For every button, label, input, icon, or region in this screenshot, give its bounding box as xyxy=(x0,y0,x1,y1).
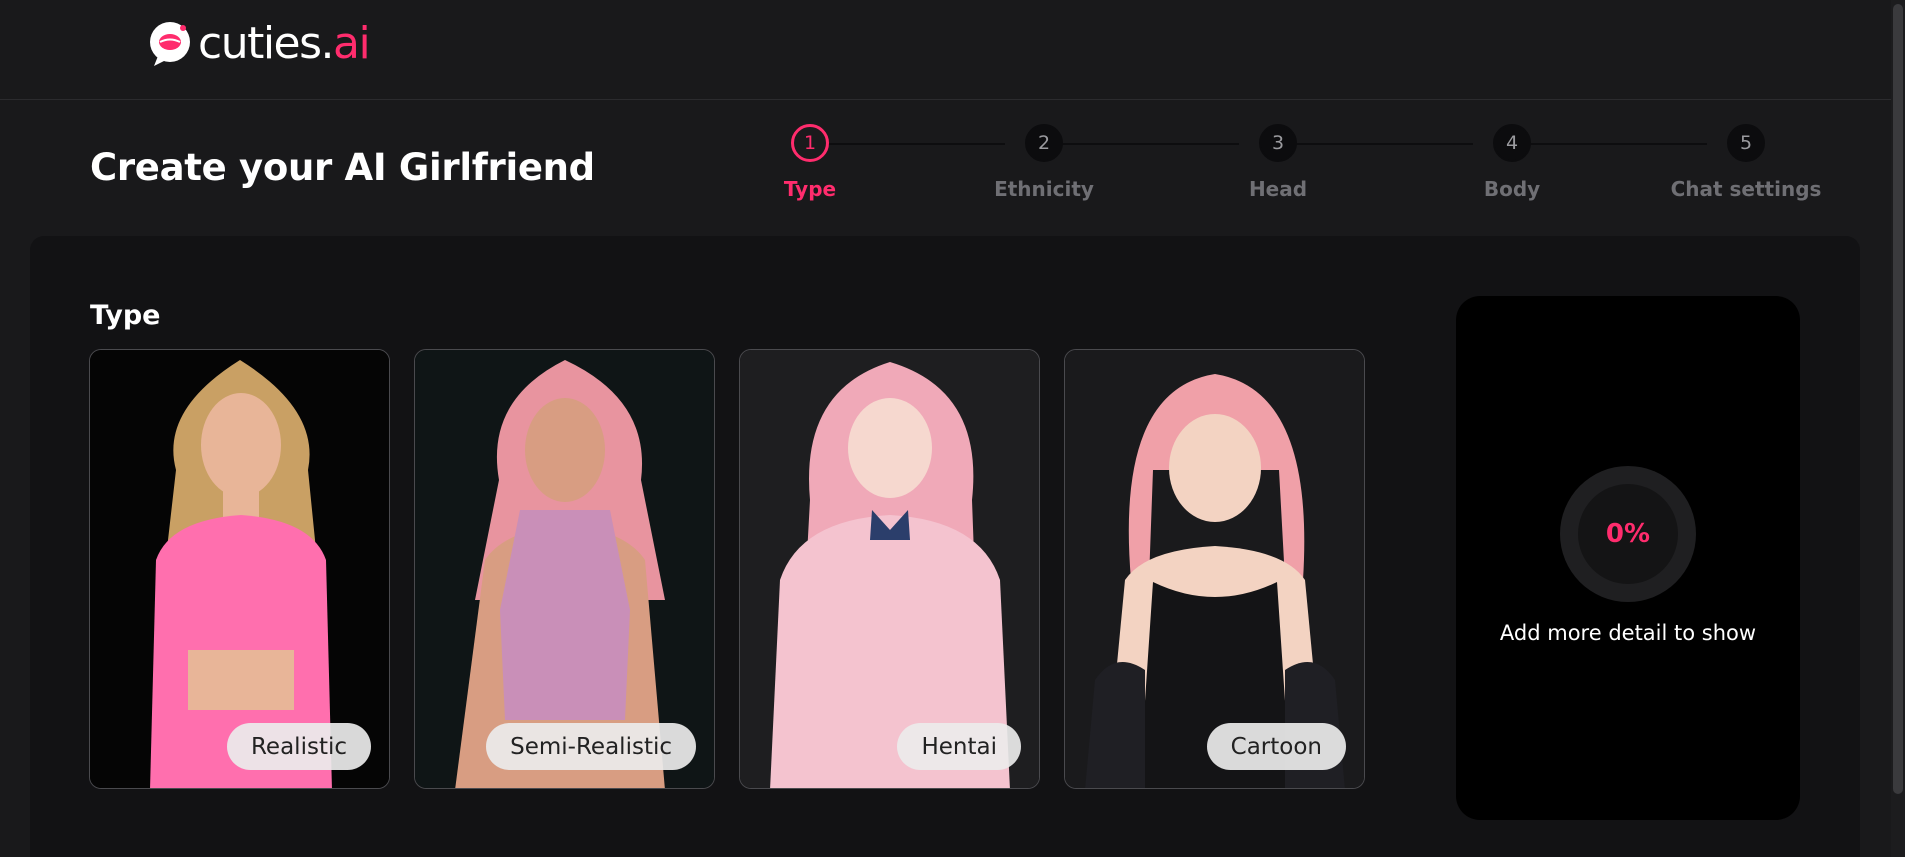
step-number: 2 xyxy=(1025,124,1063,162)
section-title: Type xyxy=(90,300,161,331)
page-title: Create your AI Girlfriend xyxy=(90,146,595,189)
progress-ring: 0% xyxy=(1560,466,1696,602)
step-number: 1 xyxy=(791,124,829,162)
brand-name: cuties.ai xyxy=(198,22,371,66)
creation-stepper: 1 Type 2 Ethnicity 3 Head 4 Body 5 Chat … xyxy=(770,124,1821,214)
type-option-semi-realistic[interactable]: Semi-Realistic xyxy=(414,349,715,789)
brand-name-accent: ai xyxy=(333,18,371,69)
step-number: 3 xyxy=(1259,124,1297,162)
progress-percent: 0% xyxy=(1578,484,1678,584)
step-chat-settings[interactable]: 5 Chat settings xyxy=(1666,124,1826,201)
step-label: Type xyxy=(783,177,837,201)
step-label: Chat settings xyxy=(1670,177,1822,201)
scrollbar-thumb[interactable] xyxy=(1893,4,1903,794)
step-number: 5 xyxy=(1727,124,1765,162)
girlfriend-preview: 0% Add more detail to show xyxy=(1456,296,1800,820)
step-head[interactable]: 3 Head xyxy=(1198,124,1358,201)
step-number: 4 xyxy=(1493,124,1531,162)
type-option-cartoon[interactable]: Cartoon xyxy=(1064,349,1365,789)
step-label: Body xyxy=(1483,177,1541,201)
type-option-label: Realistic xyxy=(226,723,371,770)
type-option-label: Hentai xyxy=(897,723,1021,770)
top-navigation-bar: cuties.ai xyxy=(0,0,1905,100)
preview-message: Add more detail to show xyxy=(1499,621,1757,645)
brand-name-main: cuties. xyxy=(198,18,335,69)
step-body[interactable]: 4 Body xyxy=(1432,124,1592,201)
type-option-label: Cartoon xyxy=(1206,723,1346,770)
type-option-label: Semi-Realistic xyxy=(486,723,696,770)
brand-logo[interactable]: cuties.ai xyxy=(148,20,371,68)
type-option-hentai[interactable]: Hentai xyxy=(739,349,1040,789)
page-scrollbar[interactable] xyxy=(1891,0,1905,857)
step-ethnicity[interactable]: 2 Ethnicity xyxy=(964,124,1124,201)
step-label: Head xyxy=(1248,177,1308,201)
kiss-lips-bubble-icon xyxy=(148,20,192,68)
step-label: Ethnicity xyxy=(994,177,1094,201)
type-option-realistic[interactable]: Realistic xyxy=(89,349,390,789)
step-type[interactable]: 1 Type xyxy=(730,124,890,201)
